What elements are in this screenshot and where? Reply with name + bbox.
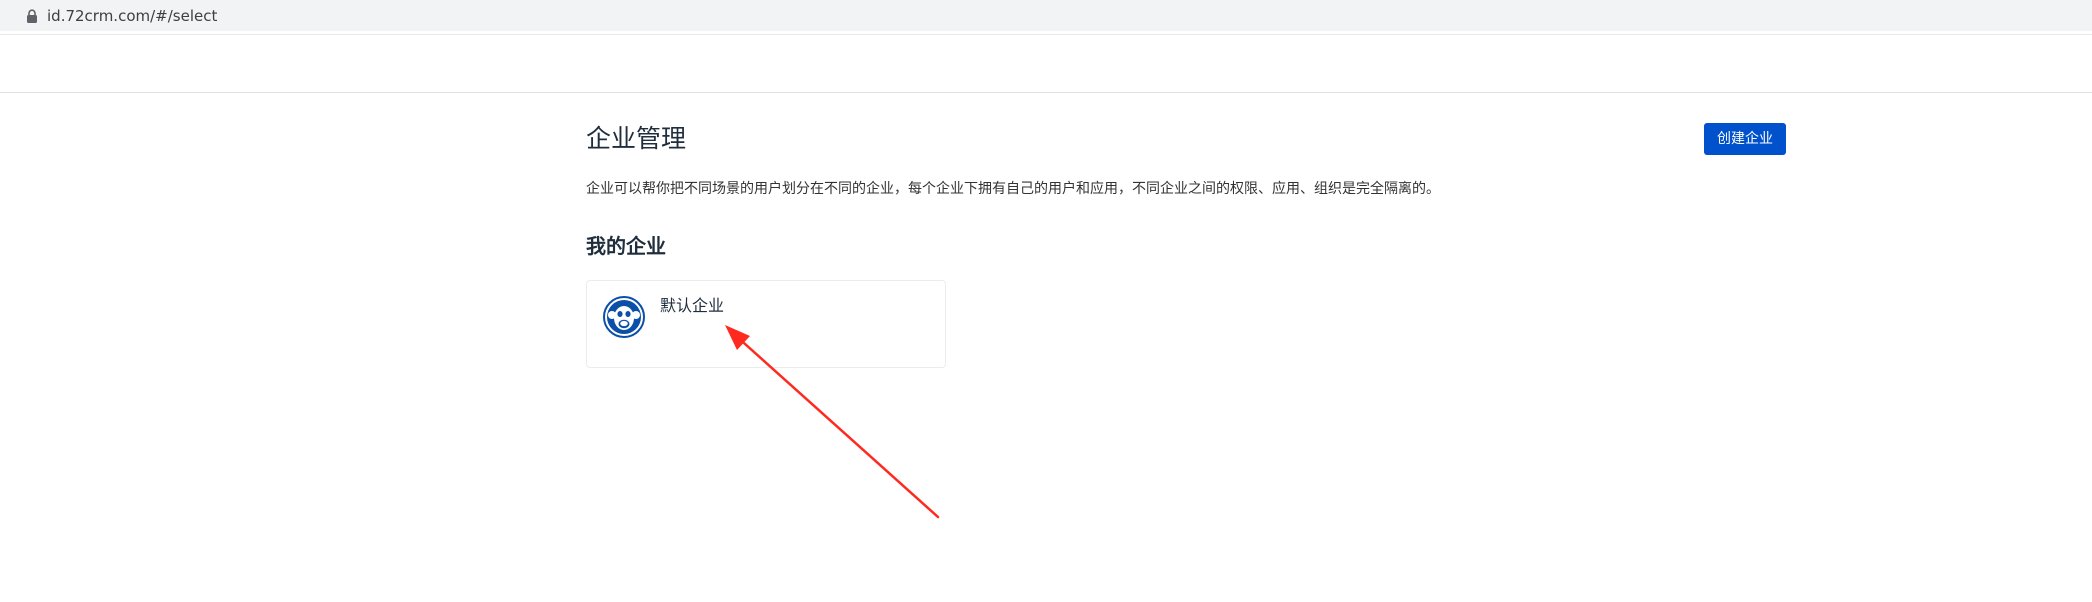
company-name: 默认企业	[660, 296, 725, 315]
address-field[interactable]	[8, 2, 2092, 29]
create-company-button[interactable]: 创建企业	[1704, 123, 1786, 155]
url-text[interactable]: id.72crm.com/#/select	[47, 6, 217, 26]
monkey-logo-icon	[603, 296, 645, 338]
company-card[interactable]: 默认企业	[586, 280, 946, 368]
page-title: 企业管理	[586, 124, 687, 153]
lock-icon	[27, 9, 37, 23]
browser-address-bar: id.72crm.com/#/select	[0, 0, 2092, 31]
page-description: 企业可以帮你把不同场景的用户划分在不同的企业，每个企业下拥有自己的用户和应用，不…	[586, 181, 1440, 197]
page-header	[0, 34, 2092, 93]
section-title-my-companies: 我的企业	[586, 234, 666, 258]
